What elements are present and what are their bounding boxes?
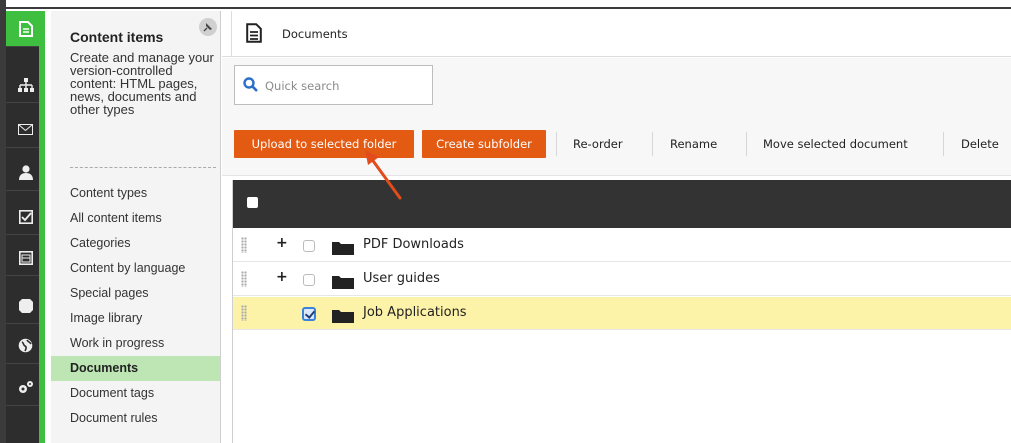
rename-button[interactable]: Rename: [670, 130, 717, 158]
breadcrumb: Documents: [222, 11, 1011, 57]
row-checkbox[interactable]: [303, 274, 315, 286]
folder-row[interactable]: + PDF Downloads: [233, 229, 1011, 262]
drag-handle[interactable]: [241, 237, 247, 253]
calendar-icon: [18, 250, 33, 265]
nav-item-content-types[interactable]: Content types: [51, 181, 220, 206]
drag-handle[interactable]: [241, 271, 247, 287]
grid-header: [233, 180, 1011, 228]
breadcrumb-title: Documents: [282, 27, 348, 41]
select-all-checkbox[interactable]: [247, 197, 258, 208]
search-icon: [243, 77, 258, 92]
breadcrumb-divider: [222, 11, 232, 57]
folder-name: Job Applications: [363, 305, 467, 320]
nav-item-content-by-language[interactable]: Content by language: [51, 256, 220, 281]
delete-button[interactable]: Delete: [961, 130, 999, 158]
folder-row[interactable]: + User guides: [233, 263, 1011, 296]
nav-item-categories[interactable]: Categories: [51, 231, 220, 256]
puzzle-icon: [18, 298, 33, 313]
folder-icon: [332, 310, 354, 323]
reorder-button[interactable]: Re-order: [573, 130, 623, 158]
document-icon: [246, 23, 262, 43]
nav-item-all-content-items[interactable]: All content items: [51, 206, 220, 231]
toolbar-divider: [556, 132, 557, 156]
folder-name: PDF Downloads: [363, 237, 464, 252]
content-items-panel: Content items Create and manage your ver…: [51, 11, 221, 443]
pin-button[interactable]: [199, 18, 217, 36]
main-content: Documents Upload to selected folder Crea…: [222, 11, 1011, 443]
drag-handle[interactable]: [241, 305, 247, 321]
row-checkbox[interactable]: [303, 240, 315, 252]
gears-icon: [19, 381, 33, 393]
user-icon: [18, 165, 33, 180]
mail-icon: [18, 124, 33, 135]
checkbox-icon: [18, 209, 33, 224]
search-area: [222, 58, 1011, 126]
create-subfolder-button[interactable]: Create subfolder: [422, 130, 546, 158]
nav-item-document-tags[interactable]: Document tags: [51, 381, 220, 406]
rail-active-strip: [39, 11, 45, 443]
panel-nav-list: Content types All content items Categori…: [51, 181, 220, 431]
move-document-button[interactable]: Move selected document: [763, 130, 908, 158]
toolbar-divider: [652, 132, 653, 156]
globe-icon: [18, 338, 33, 353]
panel-description: Create and manage your version-controlle…: [70, 50, 214, 117]
nav-item-image-library[interactable]: Image library: [51, 306, 220, 331]
toolbar-divider: [943, 132, 944, 156]
sitemap-icon: [17, 77, 34, 92]
nav-item-document-rules[interactable]: Document rules: [51, 406, 220, 431]
folder-name: User guides: [363, 271, 440, 286]
expand-toggle[interactable]: +: [276, 235, 288, 251]
expand-toggle[interactable]: +: [276, 269, 288, 285]
panel-title: Content items: [70, 29, 164, 45]
row-checkbox-checked[interactable]: [302, 307, 316, 321]
nav-item-documents[interactable]: Documents: [51, 356, 220, 381]
panel-divider: [70, 167, 216, 168]
upload-button[interactable]: Upload to selected folder: [234, 130, 414, 158]
nav-item-work-in-progress[interactable]: Work in progress: [51, 331, 220, 356]
document-toolbar: Upload to selected folder Create subfold…: [222, 126, 1011, 176]
folder-icon: [332, 242, 354, 255]
nav-item-special-pages[interactable]: Special pages: [51, 281, 220, 306]
quick-search-box[interactable]: [234, 65, 433, 105]
folder-icon: [332, 276, 354, 289]
search-input[interactable]: [265, 75, 425, 97]
pin-icon: [203, 23, 212, 32]
toolbar-divider: [746, 132, 747, 156]
document-icon: [18, 20, 33, 37]
folder-tree-grid: + PDF Downloads + User guides Job Applic…: [232, 180, 1011, 443]
folder-row-selected[interactable]: Job Applications: [233, 297, 1011, 330]
window-top-border: [0, 0, 1011, 9]
app-window: Content items Create and manage your ver…: [0, 0, 1011, 443]
